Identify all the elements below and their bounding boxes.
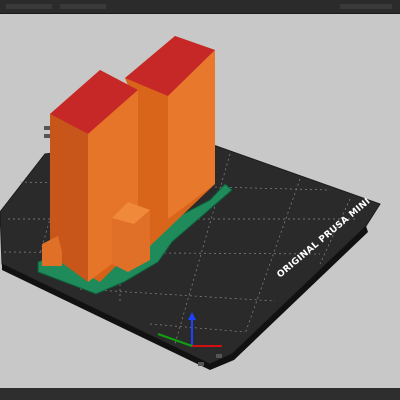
toolbar-tab[interactable]: [6, 4, 52, 9]
app-window: ORIGINAL PRUSA MINI: [0, 0, 400, 400]
toolbar-tab[interactable]: [60, 4, 106, 9]
bottom-status-bar: [0, 388, 400, 400]
toolbar-tab[interactable]: [340, 4, 392, 9]
top-toolbar: [0, 0, 400, 14]
3d-viewport[interactable]: ORIGINAL PRUSA MINI: [0, 14, 400, 388]
